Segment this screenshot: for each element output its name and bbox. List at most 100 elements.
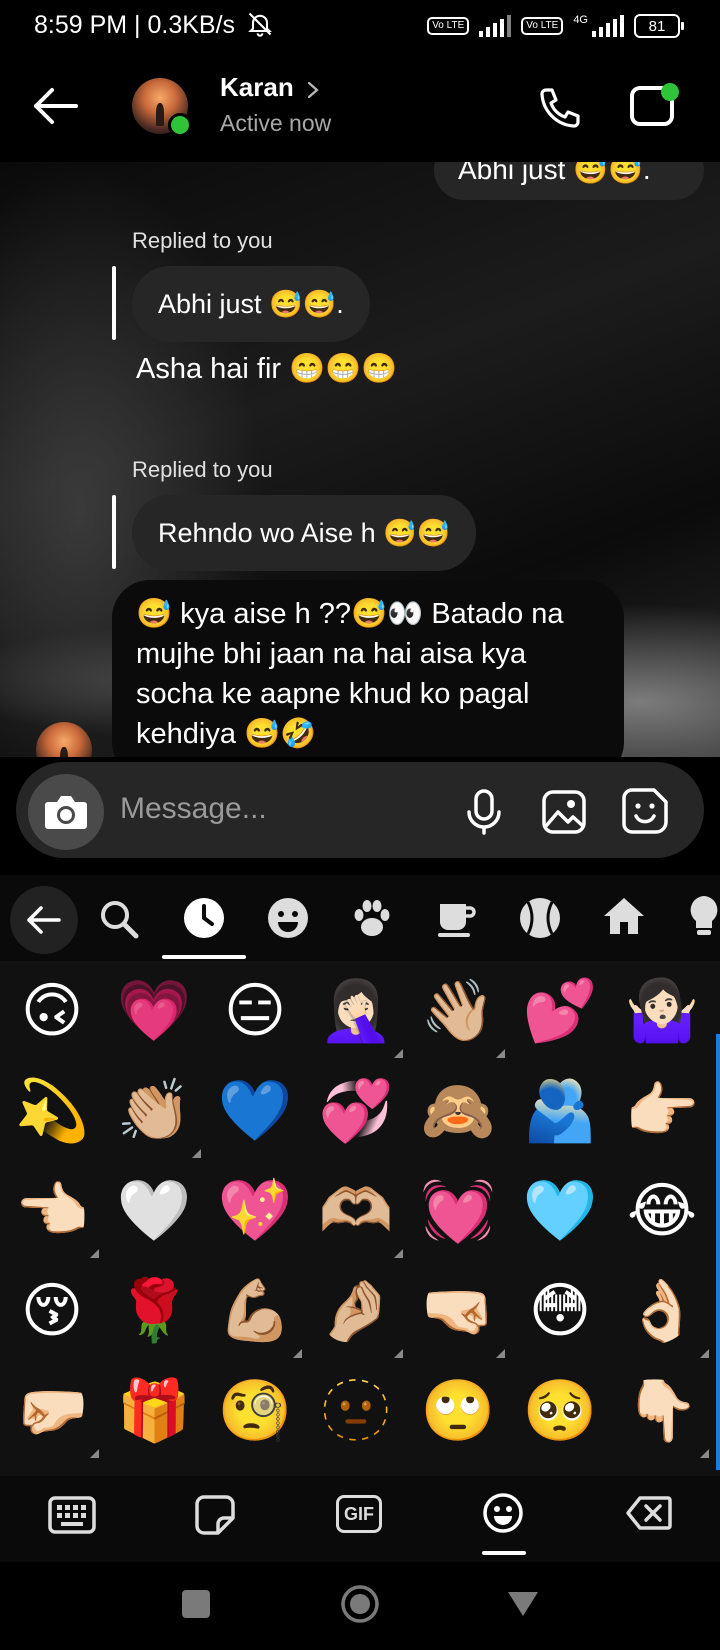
skin-tone-variant-indicator [700,1349,709,1358]
back-nav-button[interactable] [506,1590,540,1618]
emoji-key[interactable]: 👇🏻 [612,1361,712,1461]
emoji-key[interactable]: 💞 [306,1061,406,1161]
paw-icon[interactable] [350,896,394,940]
message-thread[interactable]: Abhi just 😅😅. Replied to you Abhi just 😅… [0,162,720,757]
reply-indicator [112,495,116,569]
microphone-icon[interactable] [464,788,504,836]
emoji-key[interactable]: 💪🏼 [205,1261,305,1361]
emoji-key[interactable]: 🤍 [104,1161,204,1261]
contact-name[interactable]: Karan [220,72,294,103]
grid-scrollbar[interactable] [716,1034,720,1470]
volte-badge-2: Vo LTE [521,17,564,35]
smiley-icon[interactable] [266,896,310,940]
emoji-tab-icon[interactable] [482,1492,524,1534]
back-arrow-icon[interactable] [30,86,80,126]
gallery-icon[interactable] [540,788,588,836]
message-line: mujhe bhi jaan na hai aisa kya [136,638,527,670]
sticker-tab-icon[interactable] [194,1494,236,1536]
emoji-key[interactable]: 💙 [205,1061,305,1161]
emoji-key[interactable]: 💕 [510,961,610,1061]
emoji-key[interactable]: 😂 [612,1161,712,1261]
camera-button[interactable] [28,774,104,850]
emoji-key[interactable]: 😳 [510,1261,610,1361]
bulb-icon[interactable] [688,894,720,938]
signal-icon-1 [479,15,512,37]
status-bar: 8:59 PM | 0.3KB/s Vo LTE Vo LTE 4G 81 [0,0,720,56]
emoji-key[interactable]: 👌🏻 [612,1261,712,1361]
sender-avatar[interactable] [36,722,92,757]
emoji-key[interactable]: 🫂 [510,1061,610,1161]
quoted-message[interactable]: Abhi just 😅😅. [132,266,370,342]
skin-tone-variant-indicator [394,1349,403,1358]
emoji-key[interactable]: 💓 [408,1161,508,1261]
skin-tone-variant-indicator [496,1349,505,1358]
gif-tab[interactable]: GIF [336,1495,382,1533]
reply-indicator [112,266,116,340]
emoji-key[interactable]: 🙃 [2,961,102,1061]
skin-tone-variant-indicator [394,1249,403,1258]
camera-icon [45,796,87,829]
skin-tone-variant-indicator [192,1149,201,1158]
selected-tab-indicator [482,1551,526,1555]
emoji-key[interactable]: 👏🏼 [104,1061,204,1161]
cup-icon[interactable] [434,896,478,940]
emoji-key[interactable]: 🙄 [408,1361,508,1461]
signal-icon-2 [592,15,624,37]
emoji-key[interactable]: 🤜🏻 [408,1261,508,1361]
active-status: Active now [220,110,332,136]
message-input[interactable]: Message... [120,792,267,826]
chevron-right-icon[interactable] [306,80,320,100]
video-call-icon[interactable] [628,78,686,130]
status-icons: Vo LTE Vo LTE 4G 81 [427,14,684,38]
emoji-key[interactable]: 😚 [2,1261,102,1361]
replied-label: Replied to you [132,228,273,253]
emoji-key[interactable]: 💫 [2,1061,102,1161]
received-message-bubble[interactable]: 😅 kya aise h ??😅👀 Batado na mujhe bhi ja… [112,580,624,757]
emoji-key[interactable]: 🤛🏻 [2,1361,102,1461]
emoji-key[interactable]: 🤷🏻‍♀️ [612,961,712,1061]
emoji-key[interactable]: 😑 [205,961,305,1061]
emoji-key[interactable]: 💖 [205,1161,305,1261]
emoji-key[interactable]: 🫥 [306,1361,406,1461]
emoji-key[interactable]: 🥺 [510,1361,610,1461]
home-button[interactable] [340,1584,380,1624]
message-line: kehdiya 😅🤣 [136,718,317,750]
emoji-key[interactable]: 🤦🏻‍♀️ [306,961,406,1061]
selected-category-indicator [162,955,246,959]
ball-icon[interactable] [518,896,562,940]
back-icon [27,906,61,934]
emoji-grid: 🙃 💗 😑 🤦🏻‍♀️ 👋🏼 💕 🤷🏻‍♀️ 💫 👏🏼 💙 💞 🙈 🫂 👉🏻 👈🏻 🤍 💖 🫶🏼 💓 🩵 😂 😚 🌹 💪🏼 🤌🏼… [0,961,720,1476]
message-line: 😅 kya aise h ??😅👀 Batado na [136,598,564,630]
skin-tone-variant-indicator [293,1349,302,1358]
emoji-key[interactable]: 👉🏻 [612,1061,712,1161]
keyboard-back-button[interactable] [10,886,78,954]
emoji-key[interactable]: 👈🏻 [2,1161,102,1261]
sticker-icon[interactable] [620,786,670,836]
emoji-key[interactable]: 💗 [104,961,204,1061]
emoji-key[interactable]: 🩵 [510,1161,610,1261]
emoji-key[interactable]: 🎁 [104,1361,204,1461]
emoji-key[interactable]: 🫶🏼 [306,1161,406,1261]
skin-tone-variant-indicator [90,1249,99,1258]
backspace-icon[interactable] [626,1496,672,1530]
emoji-key[interactable]: 🤌🏼 [306,1261,406,1361]
volte-badge-1: Vo LTE [427,17,470,35]
skin-tone-variant-indicator [496,1049,505,1058]
emoji-key[interactable]: 🌹 [104,1261,204,1361]
emoji-key[interactable]: 🧐 [205,1361,305,1461]
recent-clock-icon[interactable] [182,896,226,940]
quoted-message[interactable]: Rehndo wo Aise h 😅😅 [132,495,477,571]
emoji-key[interactable]: 👋🏼 [408,961,508,1061]
emoji-key[interactable]: 🙈 [408,1061,508,1161]
replied-label: Replied to you [132,457,273,482]
recents-button[interactable] [182,1590,210,1618]
house-icon[interactable] [602,894,646,938]
message-line: socha ke aapne khud ko pagal [136,678,530,710]
phone-call-icon[interactable] [536,84,584,132]
search-icon[interactable] [98,898,140,940]
skin-tone-variant-indicator [90,1449,99,1458]
time-speed: 8:59 PM | 0.3KB/s [34,11,236,39]
keyboard-icon[interactable] [48,1496,96,1534]
sent-message-partial[interactable]: Abhi just 😅😅. [434,162,704,200]
received-message[interactable]: Asha hai fir 😁😁😁 [136,352,397,386]
